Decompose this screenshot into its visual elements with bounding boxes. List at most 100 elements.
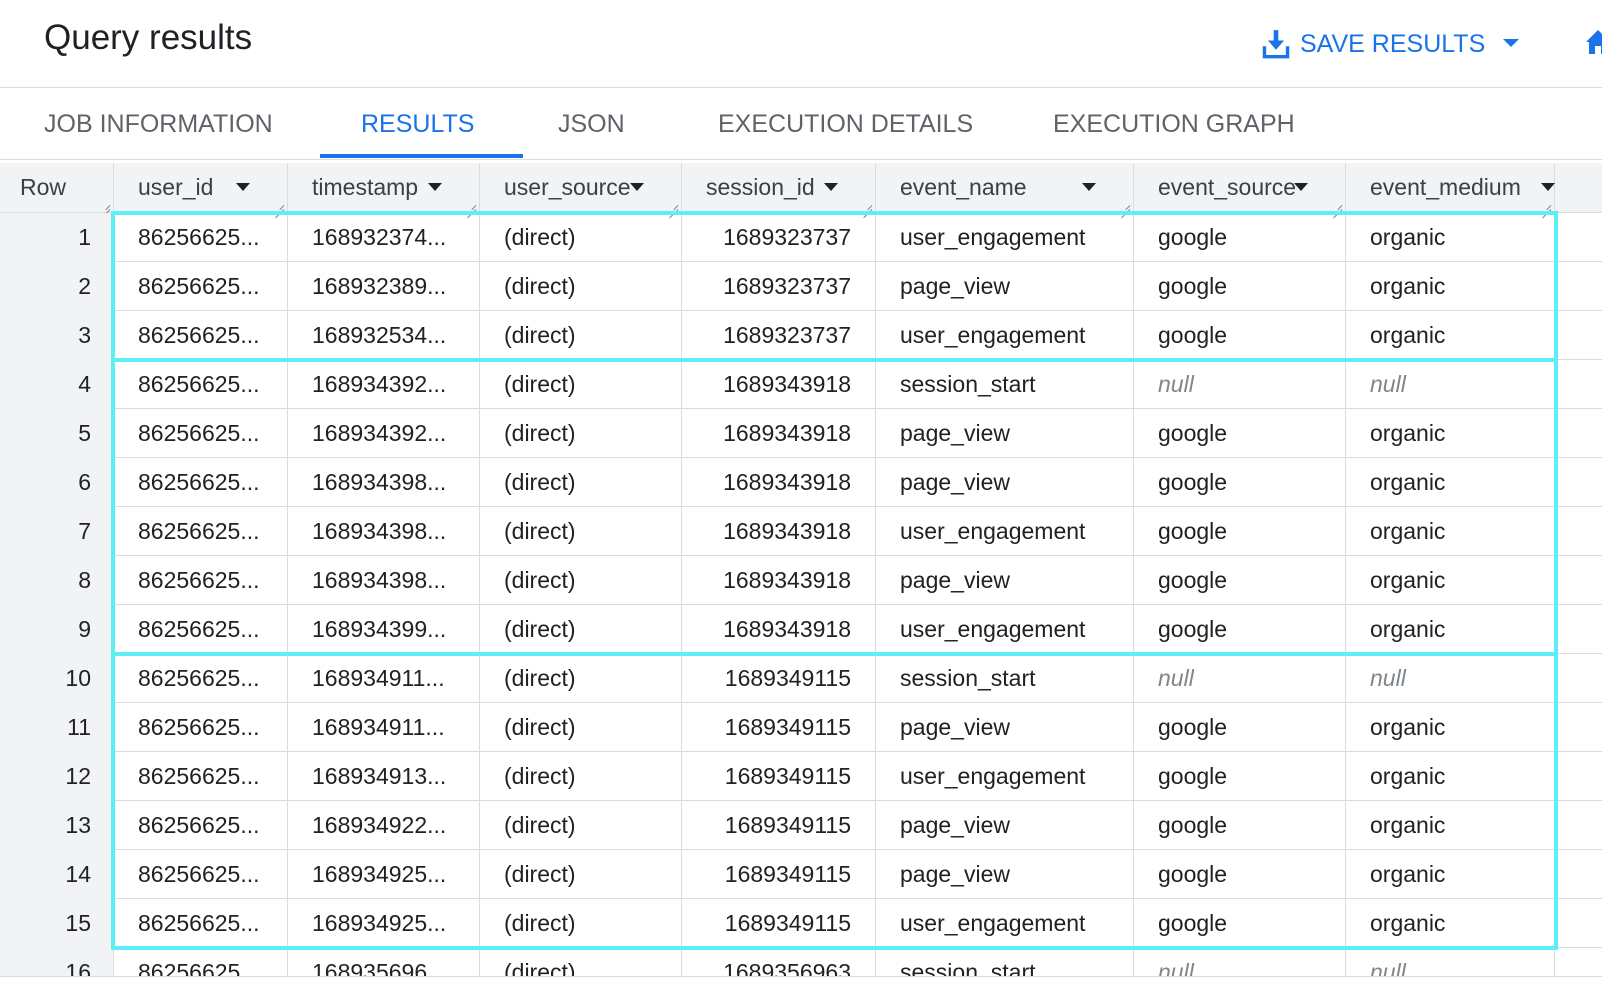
cell-row: 5 <box>0 409 114 458</box>
table-row[interactable]: 3 86256625... 168932534... (direct) 16893237… <box>0 311 1602 360</box>
cell-event-medium: organic <box>1346 213 1555 262</box>
cell-event-source: google <box>1134 507 1346 556</box>
column-header-event-medium[interactable]: event_medium <box>1346 163 1555 213</box>
sort-caret-icon[interactable] <box>236 183 250 191</box>
table-row[interactable]: 10 86256625... 168934911... (direct) 1689349… <box>0 654 1602 703</box>
cell-session-id: 1689349115 <box>682 752 876 801</box>
cell-row: 4 <box>0 360 114 409</box>
cell-event-name: page_view <box>876 556 1134 605</box>
cell-event-name: page_view <box>876 703 1134 752</box>
cell-timestamp: 168934398... <box>288 556 480 605</box>
cell-timestamp: 168934399... <box>288 605 480 654</box>
table-row[interactable]: 6 86256625... 168934398... (direct) 16893439… <box>0 458 1602 507</box>
cell-event-name: page_view <box>876 801 1134 850</box>
sort-caret-icon[interactable] <box>630 183 644 191</box>
cell-user-id: 86256625... <box>114 409 288 458</box>
sort-caret-icon[interactable] <box>1082 183 1096 191</box>
cell-event-medium: organic <box>1346 409 1555 458</box>
cell-event-source: google <box>1134 409 1346 458</box>
column-resize-handle-icon[interactable] <box>1332 200 1342 210</box>
cell-timestamp: 168932374... <box>288 213 480 262</box>
column-resize-handle-icon[interactable] <box>862 200 872 210</box>
cell-user-id: 86256625... <box>114 654 288 703</box>
table-row[interactable]: 12 86256625... 168934913... (direct) 1689349… <box>0 752 1602 801</box>
cell-row: 7 <box>0 507 114 556</box>
home-icon[interactable] <box>1586 28 1602 56</box>
cell-timestamp: 168934925... <box>288 850 480 899</box>
column-header-event-name[interactable]: event_name <box>876 163 1134 213</box>
column-header-row[interactable]: Row <box>0 163 114 213</box>
cell-event-source: google <box>1134 556 1346 605</box>
table-row[interactable]: 15 86256625... 168934925... (direct) 1689349… <box>0 899 1602 948</box>
cell-session-id: 1689343918 <box>682 605 876 654</box>
cell-timestamp: 168932534... <box>288 311 480 360</box>
cell-row: 10 <box>0 654 114 703</box>
table-row[interactable]: 2 86256625... 168932389... (direct) 16893237… <box>0 262 1602 311</box>
column-header-label: Row <box>20 174 67 200</box>
sort-caret-icon[interactable] <box>1541 183 1555 191</box>
cell-event-name: session_start <box>876 360 1134 409</box>
table-row[interactable]: 1 86256625... 168932374... (direct) 16893237… <box>0 213 1602 262</box>
column-header-label: event_source <box>1158 174 1297 200</box>
cell-user-id: 86256625... <box>114 507 288 556</box>
column-resize-handle-icon[interactable] <box>100 200 110 210</box>
save-results-button[interactable]: SAVE RESULTS <box>1262 22 1520 66</box>
cell-timestamp: 168934911... <box>288 703 480 752</box>
cell-timestamp: 168934392... <box>288 409 480 458</box>
column-header-session-id[interactable]: session_id <box>682 163 876 213</box>
cell-user-id: 86256625... <box>114 801 288 850</box>
cell-event-source: null <box>1134 360 1346 409</box>
table-row[interactable]: 11 86256625... 168934911... (direct) 1689349… <box>0 703 1602 752</box>
tab-execution-details[interactable]: EXECUTION DETAILS <box>718 88 973 158</box>
column-resize-handle-icon[interactable] <box>668 200 678 210</box>
cell-session-id: 1689343918 <box>682 556 876 605</box>
column-resize-handle-icon[interactable] <box>1120 200 1130 210</box>
column-resize-handle-icon[interactable] <box>274 200 284 210</box>
cell-user-source: (direct) <box>480 605 682 654</box>
cell-user-id: 86256625... <box>114 262 288 311</box>
cell-user-source: (direct) <box>480 458 682 507</box>
cell-event-medium: organic <box>1346 458 1555 507</box>
column-header-event-source[interactable]: event_source <box>1134 163 1346 213</box>
column-resize-handle-icon[interactable] <box>466 200 476 210</box>
cell-timestamp: 168934398... <box>288 507 480 556</box>
table-header-row: Row user_id timestamp user_source session_id… <box>0 163 1602 213</box>
table-row[interactable]: 9 86256625... 168934399... (direct) 16893439… <box>0 605 1602 654</box>
column-header-user-source[interactable]: user_source <box>480 163 682 213</box>
tab-json[interactable]: JSON <box>558 88 625 158</box>
column-resize-handle-icon[interactable] <box>1541 200 1551 210</box>
table-row[interactable]: 8 86256625... 168934398... (direct) 16893439… <box>0 556 1602 605</box>
cell-user-source: (direct) <box>480 311 682 360</box>
cell-row: 2 <box>0 262 114 311</box>
column-header-label: user_source <box>504 174 631 200</box>
cell-event-name: user_engagement <box>876 507 1134 556</box>
cell-user-source: (direct) <box>480 213 682 262</box>
cell-event-source: null <box>1134 654 1346 703</box>
cell-user-id: 86256625... <box>114 213 288 262</box>
table-row[interactable]: 14 86256625... 168934925... (direct) 1689349… <box>0 850 1602 899</box>
column-header-timestamp[interactable]: timestamp <box>288 163 480 213</box>
cell-event-name: user_engagement <box>876 752 1134 801</box>
column-header-label: event_medium <box>1370 174 1521 200</box>
cell-user-id: 86256625... <box>114 458 288 507</box>
table-row[interactable]: 7 86256625... 168934398... (direct) 16893439… <box>0 507 1602 556</box>
cell-session-id: 1689323737 <box>682 311 876 360</box>
cell-user-source: (direct) <box>480 262 682 311</box>
tab-execution-graph[interactable]: EXECUTION GRAPH <box>1053 88 1295 158</box>
sort-caret-icon[interactable] <box>428 183 442 191</box>
table-row[interactable]: 13 86256625... 168934922... (direct) 1689349… <box>0 801 1602 850</box>
sort-caret-icon[interactable] <box>1294 183 1308 191</box>
cell-event-name: user_engagement <box>876 899 1134 948</box>
download-icon <box>1262 30 1290 59</box>
cell-event-source: google <box>1134 458 1346 507</box>
tab-results[interactable]: RESULTS <box>361 88 474 158</box>
column-header-user-id[interactable]: user_id <box>114 163 288 213</box>
table-row[interactable]: 5 86256625... 168934392... (direct) 16893439… <box>0 409 1602 458</box>
sort-caret-icon[interactable] <box>824 183 838 191</box>
tab-job-information[interactable]: JOB INFORMATION <box>44 88 273 158</box>
cell-session-id: 1689343918 <box>682 360 876 409</box>
cell-session-id: 1689349115 <box>682 850 876 899</box>
cell-event-medium: organic <box>1346 507 1555 556</box>
table-row[interactable]: 4 86256625... 168934392... (direct) 16893439… <box>0 360 1602 409</box>
cell-session-id: 1689349115 <box>682 801 876 850</box>
